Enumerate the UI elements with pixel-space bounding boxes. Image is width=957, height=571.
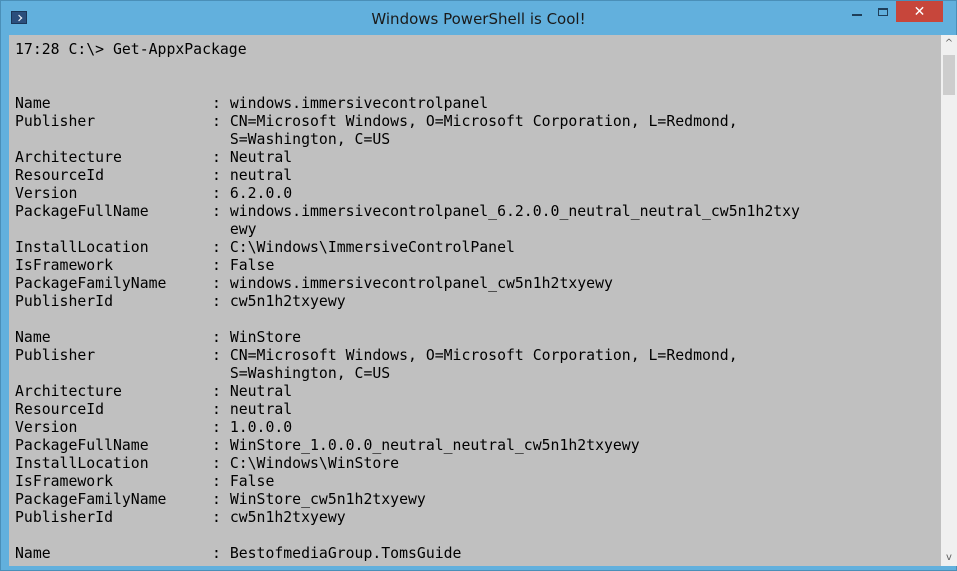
- powershell-window: Windows PowerShell is Cool! ✕ 17:28 C:\>…: [0, 0, 957, 571]
- record-line: Name: WinStore: [15, 329, 302, 346]
- prompt-line: 17:28 C:\> Get-AppxPackage: [15, 41, 247, 58]
- console-output[interactable]: 17:28 C:\> Get-AppxPackage Name: windows.…: [9, 35, 941, 566]
- record-line: ewy: [229, 221, 257, 238]
- minimize-icon: [851, 13, 862, 16]
- record-line: Version: 6.2.0.0: [15, 185, 293, 202]
- record-line: InstallLocation: C:\Windows\WinStore: [15, 455, 400, 472]
- record-line: S=Washington, C=US: [229, 365, 391, 382]
- record-line: PackageFullName: windows.immersivecontro…: [15, 203, 800, 220]
- scroll-up-icon[interactable]: ^: [941, 35, 957, 52]
- close-button[interactable]: ✕: [896, 1, 943, 22]
- record-line: Version: 1.0.0.0: [15, 419, 293, 436]
- record-line: PackageFamilyName: WinStore_cw5n1h2txyew…: [15, 491, 426, 508]
- minimize-button[interactable]: [843, 1, 870, 22]
- record-line: IsFramework: False: [15, 257, 275, 274]
- record-line: PackageFamilyName: windows.immersivecont…: [15, 275, 613, 292]
- record-line: PackageFullName: WinStore_1.0.0.0_neutra…: [15, 437, 640, 454]
- record-line: InstallLocation: C:\Windows\ImmersiveCon…: [15, 239, 515, 256]
- record-line: Name: BestofmediaGroup.TomsGuide: [15, 545, 462, 562]
- maximize-icon: [878, 7, 888, 16]
- record-line: Publisher: CN=Microsoft Windows, O=Micro…: [15, 113, 738, 130]
- record-line: Publisher: CN=Microsoft Windows, O=Micro…: [15, 347, 738, 364]
- record-line: ResourceId: neutral: [15, 401, 293, 418]
- window-title: Windows PowerShell is Cool!: [371, 10, 586, 28]
- maximize-button[interactable]: [870, 1, 896, 22]
- record-line: Architecture: Neutral: [15, 149, 293, 166]
- console-text: 17:28 C:\> Get-AppxPackage Name: windows.…: [15, 41, 800, 563]
- record-line: S=Washington, C=US: [229, 131, 391, 148]
- record-line: PublisherId: cw5n1h2txyewy: [15, 509, 346, 526]
- record-line: Name: windows.immersivecontrolpanel: [15, 95, 489, 112]
- close-icon: ✕: [913, 3, 926, 20]
- title-bar[interactable]: Windows PowerShell is Cool! ✕: [1, 1, 956, 35]
- vertical-scrollbar[interactable]: ^ v: [941, 35, 957, 566]
- scroll-thumb[interactable]: [943, 55, 955, 95]
- record-line: Architecture: Neutral: [15, 383, 293, 400]
- record-line: PublisherId: cw5n1h2txyewy: [15, 293, 346, 310]
- record-line: IsFramework: False: [15, 473, 275, 490]
- record-line: ResourceId: neutral: [15, 167, 293, 184]
- scroll-down-icon[interactable]: v: [941, 549, 957, 566]
